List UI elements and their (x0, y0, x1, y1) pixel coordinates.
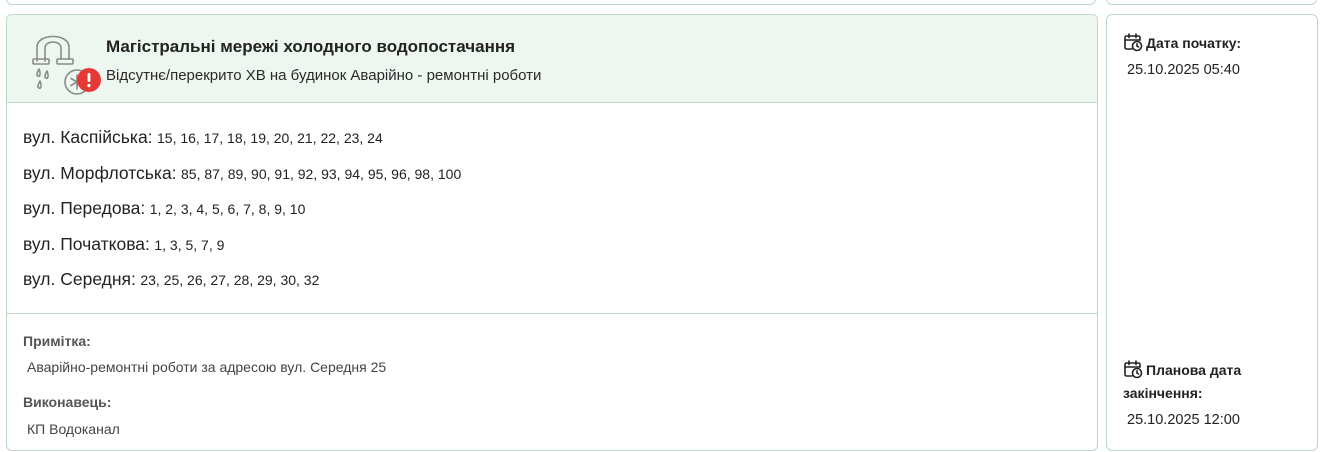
executor-value: КП Водоканал (27, 421, 120, 437)
house-numbers: 85, 87, 89, 90, 91, 92, 93, 94, 95, 96, … (181, 165, 462, 182)
start-date-label-text: Дата початку: (1146, 35, 1241, 51)
start-date-value: 25.10.2025 05:40 (1127, 62, 1240, 78)
calendar-clock-icon (1124, 360, 1143, 379)
previous-side-card-edge (1106, 0, 1317, 5)
dates-card: Дата початку: 25.10.2025 05:40 Планова д… (1106, 14, 1318, 451)
street-name: вул. Передова: (23, 198, 146, 218)
house-numbers: 23, 25, 26, 27, 28, 29, 30, 32 (140, 272, 320, 288)
street-row: вул. Передова: 1, 2, 3, 4, 5, 6, 7, 8, 9… (23, 198, 1097, 234)
calendar-clock-icon (1124, 33, 1143, 52)
affected-streets-list: вул. Каспійська: 15, 16, 17, 18, 19, 20,… (7, 103, 1097, 305)
outage-header: Магістральні мережі холодного водопостач… (7, 15, 1097, 103)
street-row: вул. Морфлотська: 85, 87, 89, 90, 91, 92… (23, 163, 1097, 199)
street-name: вул. Початкова: (23, 233, 150, 254)
end-date-label-line1: Планова дата (1146, 362, 1242, 378)
outage-description: Відсутнє/перекрито ХВ на будинок Аварійн… (106, 67, 542, 84)
previous-card-edge (6, 0, 1096, 5)
house-numbers: 1, 2, 3, 4, 5, 6, 7, 8, 9, 10 (149, 201, 306, 217)
exclamation-alert-icon (77, 68, 101, 92)
street-name: вул. Морфлотська: (23, 162, 177, 183)
executor-label: Виконавець: (23, 394, 112, 410)
end-date-value: 25.10.2025 12:00 (1127, 412, 1240, 428)
street-row: вул. Каспійська: 15, 16, 17, 18, 19, 20,… (23, 127, 1097, 163)
note-label: Примітка: (23, 333, 91, 349)
note-value: Аварійно-ремонтні роботи за адресою вул.… (27, 359, 387, 375)
end-date-label: Планова дата закінчення: (1123, 359, 1241, 405)
house-numbers: 15, 16, 17, 18, 19, 20, 21, 22, 23, 24 (157, 130, 383, 146)
street-name: вул. Каспійська: (23, 127, 153, 147)
house-numbers: 1, 3, 5, 7, 9 (154, 236, 225, 253)
street-row: вул. Середня: 23, 25, 26, 27, 28, 29, 30… (23, 269, 1097, 305)
end-date-label-line2: закінчення: (1123, 385, 1203, 401)
outage-card: Магістральні мережі холодного водопостач… (6, 14, 1098, 451)
outage-footer: Примітка: Аварійно-ремонтні роботи за ад… (7, 313, 1097, 450)
street-name: вул. Середня: (23, 269, 136, 289)
street-row: вул. Початкова: 1, 3, 5, 7, 9 (23, 234, 1097, 270)
outage-type-title: Магістральні мережі холодного водопостач… (106, 37, 516, 56)
start-date-label: Дата початку: (1123, 32, 1241, 55)
